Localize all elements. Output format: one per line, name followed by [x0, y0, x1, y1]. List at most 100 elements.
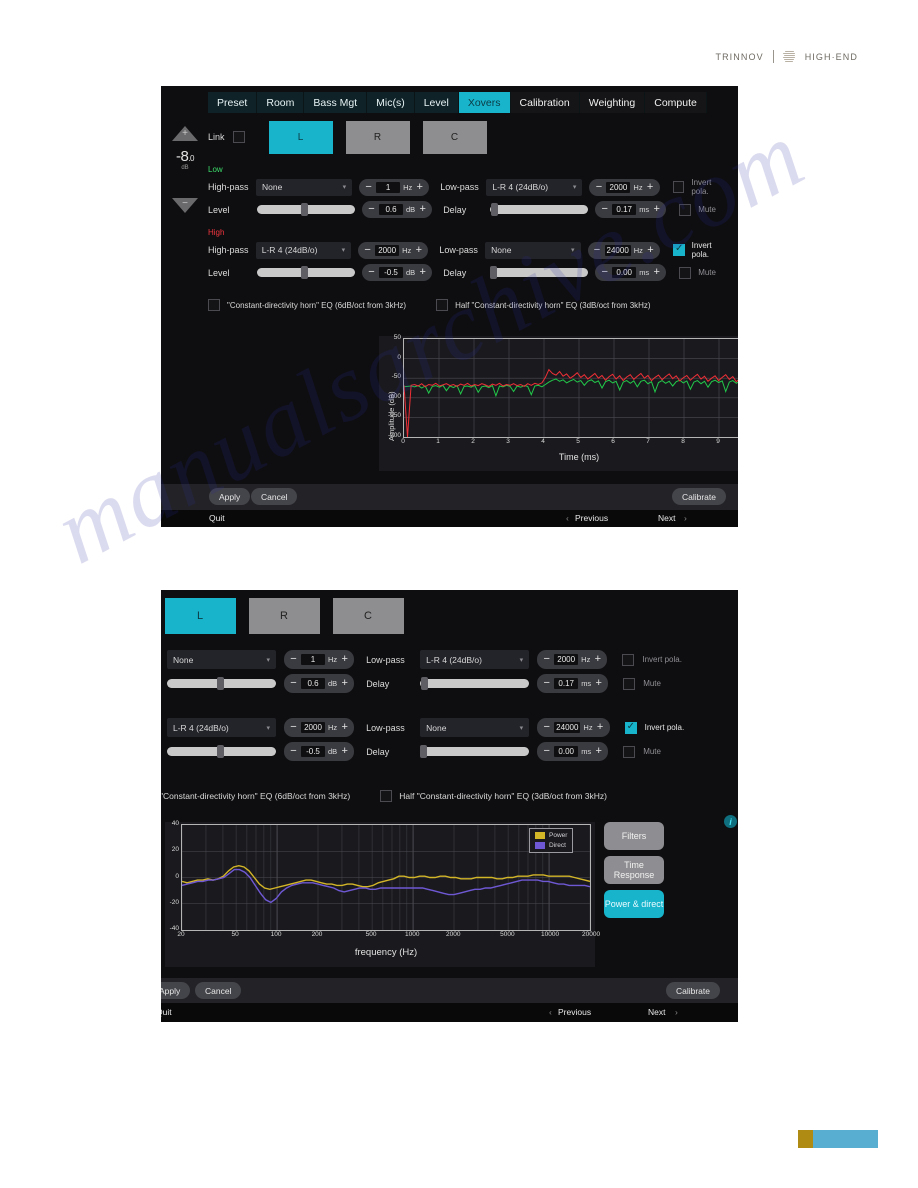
- low-mute-checkbox[interactable]: [679, 203, 692, 216]
- low-level-stepper[interactable]: − 0.6 dB +: [362, 201, 433, 218]
- tab-room[interactable]: Room: [257, 92, 305, 113]
- high-delay-slider-2[interactable]: [420, 745, 530, 758]
- low-invert-polarity-checkbox-2[interactable]: [622, 653, 635, 666]
- low-lowpass-filter-select-2[interactable]: L-R 4 (24dB/o) ▾: [420, 650, 530, 669]
- plus-icon[interactable]: +: [340, 654, 349, 665]
- next-button[interactable]: Next: [658, 513, 675, 523]
- apply-button[interactable]: Apply: [209, 488, 251, 505]
- tab-calibration[interactable]: Calibration: [510, 92, 580, 113]
- calibrate-button[interactable]: Calibrate: [671, 488, 726, 505]
- plus-icon[interactable]: +: [415, 181, 424, 193]
- quit-button[interactable]: Quit: [209, 513, 225, 523]
- high-mute-checkbox-2[interactable]: [623, 745, 636, 758]
- quit-button-2[interactable]: Quit: [161, 1007, 172, 1017]
- minus-icon[interactable]: −: [363, 244, 372, 256]
- high-level-value[interactable]: -0.5: [379, 267, 403, 278]
- minus-icon[interactable]: −: [542, 722, 551, 733]
- power-and-direct-button-2[interactable]: Power & direct: [604, 890, 664, 918]
- minus-icon[interactable]: −: [289, 678, 298, 689]
- plus-icon[interactable]: +: [593, 654, 602, 665]
- high-lowpass-filter-select-2[interactable]: None ▾: [420, 718, 530, 737]
- next-button-2[interactable]: Next: [648, 1007, 665, 1017]
- minus-icon[interactable]: −: [542, 654, 551, 665]
- high-highpass-frequency-stepper-2[interactable]: − 2000 Hz +: [284, 718, 355, 737]
- minus-icon[interactable]: −: [542, 746, 551, 757]
- low-highpass-filter-select[interactable]: None ▾: [256, 178, 353, 196]
- plus-icon[interactable]: +: [418, 267, 427, 278]
- high-level-slider-2[interactable]: [167, 745, 276, 758]
- minus-icon[interactable]: −: [367, 204, 376, 215]
- channel-button-l[interactable]: L: [268, 120, 333, 154]
- minus-icon[interactable]: −: [289, 746, 298, 757]
- high-level-slider[interactable]: [257, 266, 355, 279]
- calibrate-button-2[interactable]: Calibrate: [665, 982, 720, 999]
- tab-bass-mgt[interactable]: Bass Mgt: [304, 92, 368, 113]
- tab-weighting[interactable]: Weighting: [579, 92, 646, 113]
- high-invert-polarity-checkbox[interactable]: [672, 243, 685, 256]
- low-delay-value[interactable]: 0.17: [612, 204, 637, 215]
- cancel-button-2[interactable]: Cancel: [195, 982, 242, 999]
- half-constant-directivity-horn-checkbox-2[interactable]: [380, 790, 393, 802]
- high-lowpass-frequency-value[interactable]: 24000: [604, 244, 631, 256]
- plus-icon[interactable]: +: [652, 204, 661, 215]
- high-lowpass-frequency-stepper-2[interactable]: − 24000 Hz +: [537, 718, 610, 737]
- high-level-stepper[interactable]: − -0.5 dB +: [362, 264, 433, 281]
- channel-button-r-2[interactable]: R: [248, 598, 320, 634]
- minus-icon[interactable]: −: [542, 678, 551, 689]
- minus-icon[interactable]: −: [289, 722, 298, 733]
- filters-button-2[interactable]: Filters: [604, 822, 664, 850]
- plus-icon[interactable]: +: [418, 204, 427, 215]
- cancel-button[interactable]: Cancel: [251, 488, 298, 505]
- link-checkbox[interactable]: [232, 131, 245, 143]
- high-delay-value[interactable]: 0.00: [612, 267, 637, 278]
- tab-preset[interactable]: Preset: [208, 92, 258, 113]
- plus-icon[interactable]: +: [652, 267, 661, 278]
- minus-icon[interactable]: −: [593, 244, 602, 256]
- previous-button-2[interactable]: Previous: [558, 1007, 591, 1017]
- low-delay-slider[interactable]: [490, 203, 589, 216]
- half-constant-directivity-horn-checkbox[interactable]: [436, 299, 449, 311]
- volume-up-button[interactable]: +: [165, 126, 205, 142]
- low-lowpass-filter-select[interactable]: L-R 4 (24dB/o) ▾: [486, 178, 583, 196]
- plus-icon[interactable]: +: [596, 722, 605, 733]
- high-highpass-frequency-stepper[interactable]: − 2000 Hz +: [358, 241, 429, 259]
- plus-icon[interactable]: +: [340, 722, 349, 733]
- tab-xovers[interactable]: Xovers: [458, 92, 511, 113]
- tab-mic-s-[interactable]: Mic(s): [367, 92, 415, 113]
- low-lowpass-frequency-stepper-2[interactable]: − 2000 Hz +: [537, 650, 608, 669]
- apply-button-2[interactable]: Apply: [161, 982, 191, 999]
- minus-icon[interactable]: −: [594, 181, 603, 193]
- time-response-button-2[interactable]: Time Response: [604, 856, 664, 884]
- high-lowpass-frequency-stepper[interactable]: − 24000 Hz +: [587, 241, 660, 259]
- plus-icon[interactable]: +: [414, 244, 423, 256]
- plus-icon[interactable]: +: [340, 678, 349, 689]
- low-lowpass-frequency-value[interactable]: 2000: [606, 181, 631, 193]
- high-delay-stepper-2[interactable]: − 0.00 ms +: [537, 742, 609, 761]
- low-lowpass-frequency-stepper[interactable]: − 2000 Hz +: [589, 178, 660, 196]
- tab-level[interactable]: Level: [414, 92, 459, 113]
- high-level-stepper-2[interactable]: − -0.5 dB +: [284, 742, 355, 761]
- plus-icon[interactable]: +: [340, 746, 349, 757]
- high-delay-slider[interactable]: [490, 266, 589, 279]
- minus-icon[interactable]: −: [289, 654, 298, 665]
- low-level-slider[interactable]: [257, 203, 355, 216]
- plus-icon[interactable]: +: [594, 678, 603, 689]
- high-delay-stepper[interactable]: − 0.00 ms +: [595, 264, 667, 281]
- minus-icon[interactable]: −: [600, 267, 609, 278]
- plus-icon[interactable]: +: [646, 244, 655, 256]
- high-highpass-filter-select[interactable]: L-R 4 (24dB/o) ▾: [255, 241, 352, 259]
- low-delay-slider-2[interactable]: [420, 677, 530, 690]
- volume-down-button[interactable]: −: [165, 198, 205, 214]
- channel-button-r[interactable]: R: [345, 120, 410, 154]
- constant-directivity-horn-checkbox[interactable]: [208, 299, 220, 311]
- low-level-value[interactable]: 0.6: [379, 204, 403, 215]
- minus-icon[interactable]: −: [364, 181, 373, 193]
- high-mute-checkbox[interactable]: [679, 266, 692, 279]
- high-invert-polarity-checkbox-2[interactable]: [624, 721, 637, 734]
- low-level-stepper-2[interactable]: − 0.6 dB +: [284, 674, 355, 693]
- minus-icon[interactable]: −: [600, 204, 609, 215]
- high-highpass-filter-select-2[interactable]: L-R 4 (24dB/o) ▾: [167, 718, 276, 737]
- plus-icon[interactable]: +: [594, 746, 603, 757]
- minus-icon[interactable]: −: [367, 267, 376, 278]
- tab-compute[interactable]: Compute: [645, 92, 707, 113]
